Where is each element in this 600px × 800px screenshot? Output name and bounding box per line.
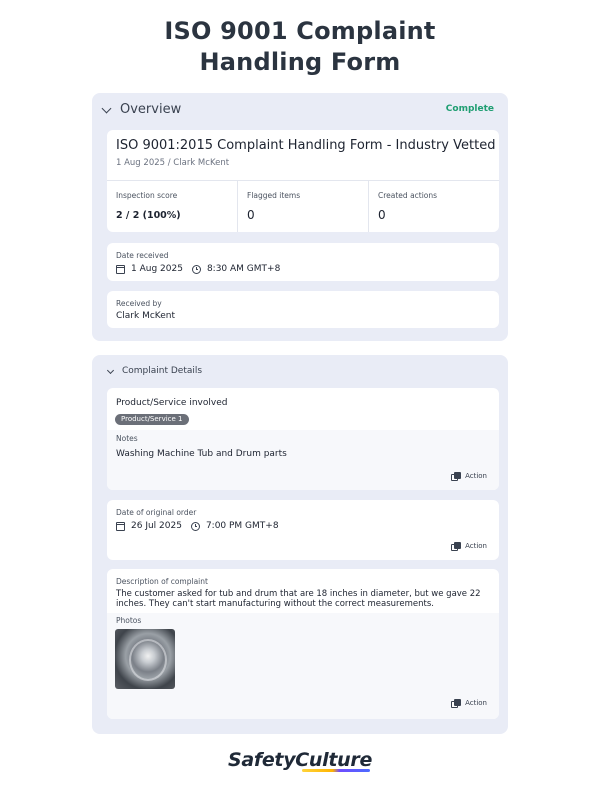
date-value: 26 Jul 2025 (131, 521, 182, 531)
stat-value: 0 (247, 208, 255, 222)
chevron-down-icon[interactable] (101, 103, 112, 114)
stat-flagged-items: Flagged items 0 (238, 181, 369, 232)
overview-title: Overview (120, 102, 182, 117)
action-label: Action (465, 472, 487, 480)
notes-value: Washing Machine Tub and Drum parts (116, 449, 287, 459)
stats-row: Inspection score 2 / 2 (100%) Flagged it… (107, 180, 499, 232)
action-icon (451, 471, 461, 481)
date-received-card: Date received 1 Aug 2025 8:30 AM GMT+8 (107, 243, 499, 281)
photos-label: Photos (116, 616, 142, 625)
complaint-description-card: Description of complaint The customer as… (107, 569, 499, 719)
time-value: 8:30 AM GMT+8 (206, 264, 281, 274)
date-time-row: 1 Aug 2025 8:30 AM GMT+8 (116, 264, 280, 274)
calendar-icon (116, 521, 125, 531)
action-button[interactable]: Action (451, 698, 487, 708)
complaint-description-text: The customer asked for tub and drum that… (116, 589, 481, 609)
stat-inspection-score: Inspection score 2 / 2 (100%) (107, 181, 238, 232)
report-summary-card: ISO 9001:2015 Complaint Handling Form - … (107, 130, 499, 232)
stat-label: Flagged items (247, 191, 301, 200)
received-by-card: Received by Clark McKent (107, 291, 499, 328)
date-time-row: 26 Jul 2025 7:00 PM GMT+8 (116, 521, 279, 531)
brand-logo: SafetyCulture (0, 749, 600, 772)
calendar-icon (116, 264, 125, 274)
field-label: Received by (116, 299, 162, 308)
product-badge: Product/Service 1 (115, 414, 189, 425)
overview-section: Overview Complete ISO 9001:2015 Complain… (92, 93, 508, 341)
stat-created-actions: Created actions 0 (369, 181, 499, 232)
action-label: Action (465, 699, 487, 707)
complaint-details-header[interactable]: Complaint Details (92, 355, 508, 389)
stat-label: Inspection score (116, 191, 178, 200)
status-badge: Complete (445, 104, 494, 114)
received-by-value: Clark McKent (116, 311, 176, 321)
action-label: Action (465, 542, 487, 550)
photo-thumbnail[interactable] (115, 629, 175, 689)
chevron-down-icon[interactable] (106, 366, 115, 375)
complaint-details-section: Complaint Details Product/Service involv… (92, 355, 508, 734)
product-question: Product/Service involved (116, 398, 228, 408)
date-value: 1 Aug 2025 (131, 264, 183, 274)
action-button[interactable]: Action (451, 471, 487, 481)
action-button[interactable]: Action (451, 541, 487, 551)
photos-area: Photos Action (107, 613, 499, 719)
overview-header[interactable]: Overview Complete (92, 93, 508, 127)
notes-area: Notes Washing Machine Tub and Drum parts… (107, 430, 499, 490)
clock-icon (191, 264, 201, 274)
clock-icon (190, 521, 200, 531)
stat-value: 0 (378, 208, 386, 222)
field-label: Date received (116, 251, 169, 260)
notes-label: Notes (116, 434, 138, 443)
original-order-card: Date of original order 26 Jul 2025 7:00 … (107, 500, 499, 560)
complaint-details-title: Complaint Details (122, 366, 203, 376)
brand-name: SafetyCulture (227, 749, 373, 772)
action-icon (451, 541, 461, 551)
stat-value: 2 / 2 (100%) (116, 210, 181, 221)
time-value: 7:00 PM GMT+8 (205, 521, 279, 531)
page-title: ISO 9001 Complaint Handling Form (164, 17, 436, 76)
stat-label: Created actions (378, 191, 438, 200)
action-icon (451, 698, 461, 708)
product-service-card: Product/Service involved Product/Service… (107, 388, 499, 490)
field-label: Description of complaint (116, 577, 208, 586)
report-subtitle: 1 Aug 2025 / Clark McKent (116, 158, 230, 168)
field-label: Date of original order (116, 508, 197, 517)
report-title: ISO 9001:2015 Complaint Handling Form - … (116, 138, 496, 153)
